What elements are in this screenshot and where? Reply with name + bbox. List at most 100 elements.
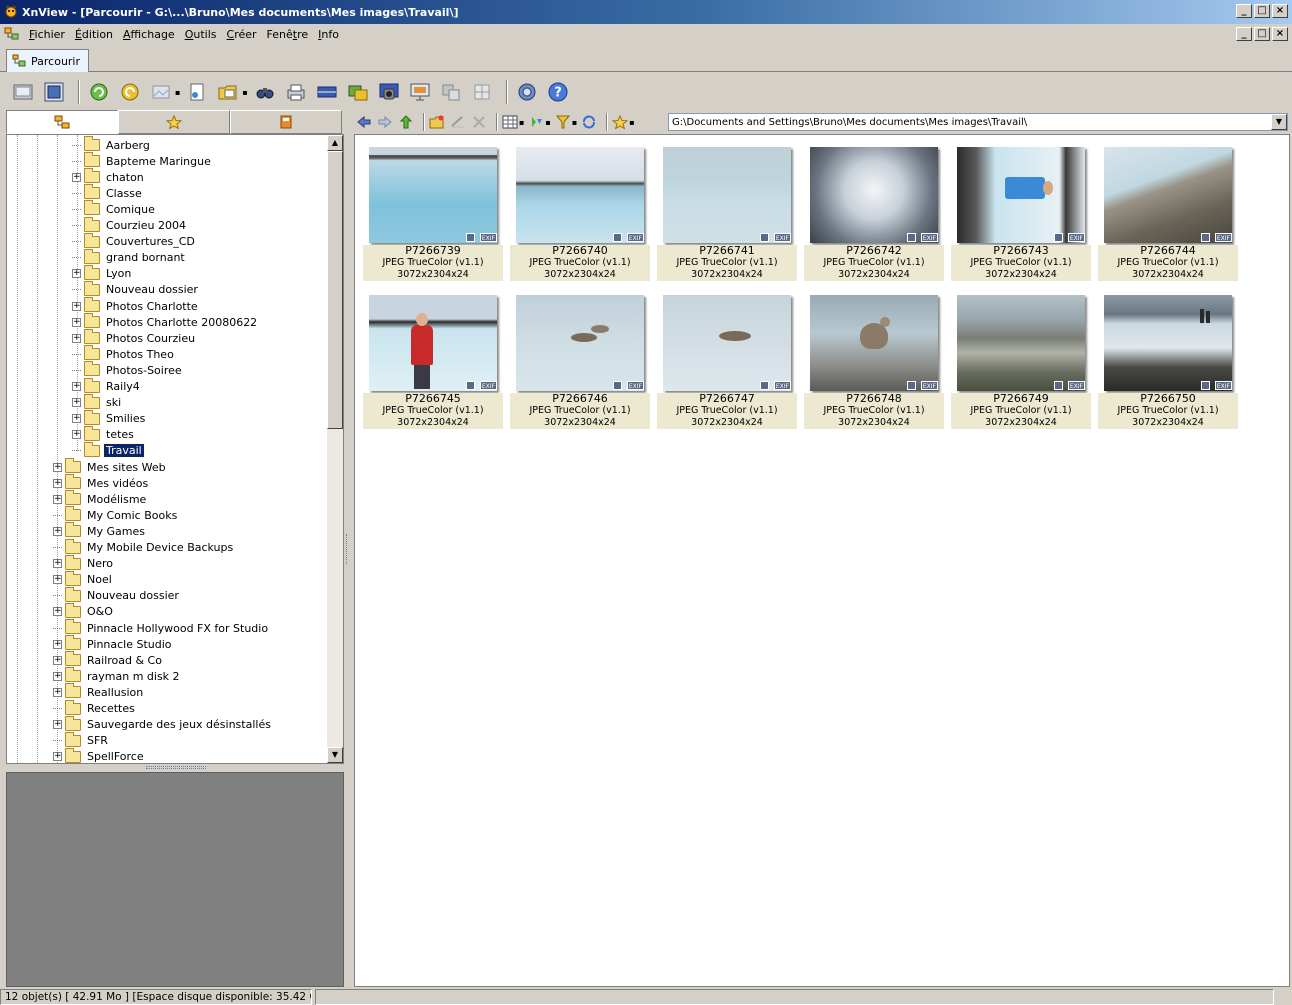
thumbnail-item[interactable]: EXIF P7266745 JPEG TrueColor (v1.1) 3072x23… <box>363 289 503 429</box>
path-combobox[interactable]: ▼ <box>668 113 1288 131</box>
rotate-left-icon[interactable] <box>86 79 112 105</box>
expand-icon[interactable]: + <box>53 494 62 504</box>
slideshow-icon[interactable] <box>345 79 371 105</box>
tree-item[interactable]: Aarberg <box>72 136 152 153</box>
thumbnail-item[interactable]: EXIF P7266748 JPEG TrueColor (v1.1) 3072x23… <box>804 289 944 429</box>
menu-outils[interactable]: Outils <box>180 28 222 41</box>
expand-icon[interactable]: + <box>72 333 81 343</box>
expand-icon[interactable]: + <box>53 687 62 697</box>
tree-item[interactable]: grand bornant <box>72 248 187 266</box>
menu-edition[interactable]: Édition <box>70 28 118 41</box>
tree-item[interactable]: + Lyon <box>72 264 133 282</box>
scanner-icon[interactable] <box>314 79 340 105</box>
tree-item[interactable]: + tetes <box>72 425 136 443</box>
expand-icon[interactable]: + <box>53 655 62 665</box>
vertical-splitter[interactable] <box>344 134 352 987</box>
expand-icon[interactable]: + <box>53 607 62 617</box>
expand-icon[interactable]: + <box>72 430 81 440</box>
up-folder-icon[interactable] <box>398 114 414 130</box>
doc-minimize-button[interactable]: _ <box>1236 27 1252 41</box>
dropdown-arrow-icon[interactable]: ▪ <box>242 88 247 97</box>
sort-icon[interactable] <box>528 114 544 130</box>
tree-item[interactable]: + Reallusion <box>53 683 145 700</box>
thumbnail-item[interactable]: EXIF P7266744 JPEG TrueColor (v1.1) 3072x23… <box>1098 141 1238 281</box>
tree-item[interactable]: + Photos Charlotte 20080622 <box>72 313 259 330</box>
menu-creer[interactable]: Créer <box>222 28 262 41</box>
tree-item[interactable]: + chaton <box>72 168 146 185</box>
menu-fenetre[interactable]: Fenêtre <box>262 28 314 41</box>
folder-tree[interactable]: Aarberg Bapteme Maringue + chaton Classe Comi… <box>6 134 344 764</box>
title-bar[interactable]: XnView - [Parcourir - G:\...\Bruno\Mes d… <box>0 0 1292 24</box>
expand-icon[interactable]: + <box>72 398 81 408</box>
thumbnail-item[interactable]: EXIF P7266740 JPEG TrueColor (v1.1) 3072x23… <box>510 141 650 281</box>
image-icon[interactable] <box>148 79 174 105</box>
expand-icon[interactable]: + <box>53 639 62 649</box>
expand-icon[interactable]: + <box>53 559 62 569</box>
refresh-icon[interactable] <box>581 114 597 130</box>
tree-item[interactable]: Pinnacle Hollywood FX for Studio <box>53 619 270 636</box>
filter-icon[interactable] <box>555 114 571 130</box>
tree-item[interactable]: + Smilies <box>72 409 147 427</box>
scroll-thumb[interactable] <box>327 151 343 429</box>
tree-item[interactable]: + Mes vidéos <box>53 474 150 491</box>
tree-item[interactable]: + Pinnacle Studio <box>53 635 174 652</box>
thumbnail-item[interactable]: EXIF P7266739 JPEG TrueColor (v1.1) 3072x23… <box>363 141 503 281</box>
tree-item[interactable]: Couvertures_CD <box>72 232 197 250</box>
tree-item[interactable]: Bapteme Maringue <box>72 152 213 169</box>
expand-icon[interactable]: + <box>72 172 81 182</box>
tree-item[interactable]: Classe <box>72 184 144 201</box>
thumbnail-item[interactable]: EXIF P7266747 JPEG TrueColor (v1.1) 3072x23… <box>657 289 797 429</box>
tree-item[interactable]: SFR <box>53 731 110 749</box>
tree-item[interactable]: My Comic Books <box>53 506 179 523</box>
path-input[interactable] <box>669 114 1267 130</box>
tree-item[interactable]: + O&O <box>53 602 115 620</box>
expand-icon[interactable]: + <box>72 269 81 279</box>
favorite-star-icon[interactable] <box>612 114 629 130</box>
file-icon[interactable] <box>184 79 210 105</box>
maximize-button[interactable]: □ <box>1254 4 1270 18</box>
tree-item[interactable]: + My Games <box>53 522 147 539</box>
dropdown-arrow-icon[interactable]: ▪ <box>572 118 577 127</box>
rotate-right-icon[interactable] <box>117 79 143 105</box>
expand-icon[interactable]: + <box>53 462 62 472</box>
dropdown-arrow-icon[interactable]: ▪ <box>629 118 634 127</box>
tree-item[interactable]: Courzieu 2004 <box>72 216 188 234</box>
close-button[interactable]: × <box>1272 4 1288 18</box>
thumbnail-item[interactable]: EXIF P7266741 JPEG TrueColor (v1.1) 3072x23… <box>657 141 797 281</box>
expand-icon[interactable]: + <box>72 301 81 311</box>
dropdown-arrow-icon[interactable]: ▪ <box>175 88 180 97</box>
tab-parcourir[interactable]: Parcourir <box>6 49 90 72</box>
chevron-down-icon[interactable]: ▼ <box>1271 114 1287 130</box>
convert-icon[interactable] <box>438 79 464 105</box>
fullscreen-icon[interactable] <box>41 79 67 105</box>
horizontal-splitter[interactable] <box>6 764 344 772</box>
expand-icon[interactable]: + <box>72 317 81 327</box>
back-arrow-icon[interactable] <box>356 114 372 130</box>
tree-item[interactable]: My Mobile Device Backups <box>53 538 235 556</box>
doc-restore-button[interactable]: □ <box>1254 27 1270 41</box>
tree-item[interactable]: + Nero <box>53 554 115 572</box>
expand-icon[interactable]: + <box>53 752 62 762</box>
view-mode-icon[interactable] <box>502 114 518 130</box>
folder-open-icon[interactable] <box>215 79 241 105</box>
new-folder-icon[interactable] <box>429 114 445 130</box>
thumbnail-item[interactable]: EXIF P7266742 JPEG TrueColor (v1.1) 3072x23… <box>804 141 944 281</box>
tree-item[interactable]: + SpellForce <box>53 747 146 763</box>
thumbnail-item[interactable]: EXIF P7266750 JPEG TrueColor (v1.1) 3072x23… <box>1098 289 1238 429</box>
thumbnail-item[interactable]: EXIF P7266749 JPEG TrueColor (v1.1) 3072x23… <box>951 289 1091 429</box>
tree-item[interactable]: + Mes sites Web <box>53 458 168 475</box>
tree-item[interactable]: + Sauvegarde des jeux désinstallés <box>53 715 273 733</box>
dropdown-arrow-icon[interactable]: ▪ <box>519 118 524 127</box>
settings-icon[interactable] <box>514 79 540 105</box>
print-icon[interactable] <box>283 79 309 105</box>
expand-icon[interactable]: + <box>53 720 62 730</box>
doc-close-button[interactable]: × <box>1272 27 1288 41</box>
thumbnail-item[interactable]: EXIF P7266746 JPEG TrueColor (v1.1) 3072x23… <box>510 289 650 429</box>
expand-icon[interactable]: + <box>53 671 62 681</box>
tree-item[interactable]: Photos-Soiree <box>72 361 184 378</box>
tree-item[interactable]: Comique <box>72 200 157 217</box>
expand-icon[interactable]: + <box>53 478 62 488</box>
thumbnail-view[interactable]: EXIF P7266739 JPEG TrueColor (v1.1) 3072x23… <box>354 134 1290 987</box>
rename-icon[interactable] <box>450 114 466 130</box>
tree-scrollbar[interactable]: ▲ ▼ <box>327 135 343 763</box>
